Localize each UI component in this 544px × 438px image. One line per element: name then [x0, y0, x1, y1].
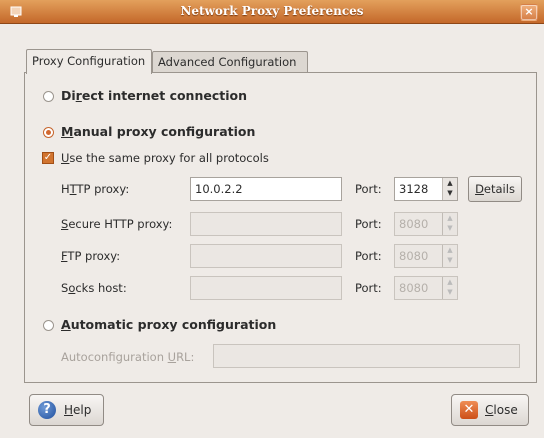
- secure-http-proxy-input[interactable]: [190, 212, 342, 236]
- tab-proxy-configuration[interactable]: Proxy Configuration: [26, 49, 152, 74]
- manual-proxy-radio[interactable]: [43, 127, 54, 138]
- help-icon: ?: [38, 401, 56, 419]
- spin-arrows-icon[interactable]: ▲ ▼: [442, 213, 457, 235]
- same-proxy-label[interactable]: Use the same proxy for all protocols: [61, 151, 269, 165]
- direct-connection-label[interactable]: Direct internet connection: [61, 88, 247, 103]
- window-close-icon[interactable]: ×: [520, 4, 538, 21]
- direct-connection-radio[interactable]: [43, 91, 54, 102]
- tab-advanced-configuration[interactable]: Advanced Configuration: [152, 51, 308, 72]
- secure-port-label: Port:: [355, 217, 382, 231]
- manual-proxy-label[interactable]: Manual proxy configuration: [61, 124, 255, 139]
- socks-host-input[interactable]: [190, 276, 342, 300]
- ftp-port-value: 8080: [399, 249, 429, 263]
- socks-host-label: Socks host:: [61, 281, 127, 295]
- automatic-proxy-radio[interactable]: [43, 320, 54, 331]
- ftp-port-label: Port:: [355, 249, 382, 263]
- ftp-proxy-label: FTP proxy:: [61, 249, 121, 263]
- secure-port-value: 8080: [399, 217, 429, 231]
- http-port-value: 3128: [399, 182, 429, 196]
- autoconfig-url-label: Autoconfiguration URL:: [61, 350, 195, 364]
- http-port-stepper[interactable]: 3128 ▲ ▼: [394, 177, 458, 201]
- spin-arrows-icon[interactable]: ▲ ▼: [442, 178, 457, 200]
- ftp-proxy-input[interactable]: [190, 244, 342, 268]
- ftp-port-stepper[interactable]: 8080 ▲ ▼: [394, 244, 458, 268]
- socks-port-label: Port:: [355, 281, 382, 295]
- socks-port-stepper[interactable]: 8080 ▲ ▼: [394, 276, 458, 300]
- http-proxy-input[interactable]: 10.0.2.2: [190, 177, 342, 201]
- details-button[interactable]: Details: [468, 176, 522, 202]
- same-proxy-checkbox[interactable]: ✓: [42, 152, 54, 164]
- window-title: Network Proxy Preferences: [180, 4, 364, 18]
- title-bar: Network Proxy Preferences ×: [0, 0, 544, 24]
- tab-label: Advanced Configuration: [158, 55, 297, 69]
- http-proxy-label: HTTP proxy:: [61, 182, 130, 196]
- secure-port-stepper[interactable]: 8080 ▲ ▼: [394, 212, 458, 236]
- automatic-proxy-label[interactable]: Automatic proxy configuration: [61, 317, 276, 332]
- close-button[interactable]: ✕ Close: [451, 394, 529, 426]
- spin-arrows-icon[interactable]: ▲ ▼: [442, 245, 457, 267]
- help-button[interactable]: ? Help: [29, 394, 104, 426]
- secure-http-proxy-label: Secure HTTP proxy:: [61, 217, 173, 231]
- autoconfig-url-input[interactable]: [213, 344, 520, 368]
- http-port-label: Port:: [355, 182, 382, 196]
- close-icon: ✕: [460, 401, 478, 419]
- tab-label: Proxy Configuration: [32, 54, 146, 68]
- spin-arrows-icon[interactable]: ▲ ▼: [442, 277, 457, 299]
- socks-port-value: 8080: [399, 281, 429, 295]
